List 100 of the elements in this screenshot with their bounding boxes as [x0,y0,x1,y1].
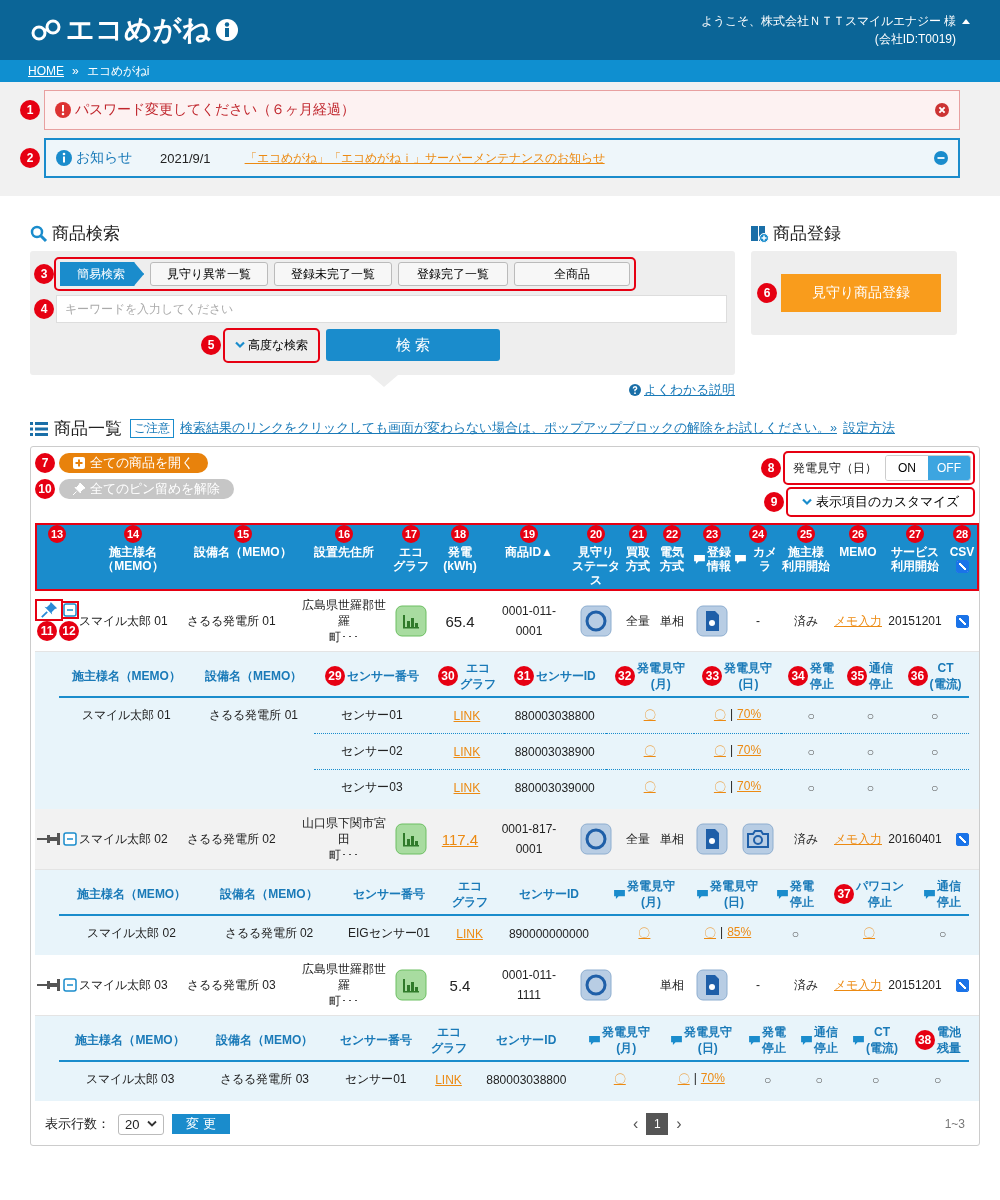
owner-start: 済み [794,977,818,992]
number-badge: 14 [124,525,142,543]
register-button[interactable]: 見守り商品登録 [781,274,941,312]
column-header: 発電見守 (日) [683,1024,732,1056]
column-header: 施主様名（MEMO） [71,668,181,684]
table-link[interactable]: LINK [435,1072,462,1087]
purchase-type: 全量 [626,831,650,846]
comment-icon [800,1035,812,1045]
comment-icon [613,889,625,899]
popup-notice-link[interactable]: 検索結果のリンクをクリックしても画面が変わらない場合は、ポップアップブロックの解除をお試しください。» [180,420,837,437]
keyword-field[interactable]: キーワードを入力してください [56,295,727,323]
number-badge: 21 [629,525,647,543]
bar-chart-icon[interactable] [395,969,427,1001]
ring-status-icon[interactable] [580,969,612,1001]
percent-link[interactable]: 70% [737,707,762,724]
csv-checkbox[interactable] [955,979,969,993]
service-start: 20151201 [888,614,942,628]
camera-icon[interactable] [742,823,774,855]
table-link[interactable]: LINK [453,780,481,795]
close-icon[interactable] [935,103,949,117]
result-range: 1~3 [944,1117,965,1131]
table-link[interactable]: LINK [453,708,481,723]
column-header: 発電 停止 [810,660,835,692]
breadcrumb-link[interactable]: HOME [28,64,64,78]
document-icon[interactable] [696,605,728,637]
memo-link[interactable]: メモ入力 [834,977,882,992]
column-header: 買取 方式 [626,545,650,573]
memo-link[interactable]: メモ入力 [834,613,882,628]
csv-checkbox[interactable] [955,615,969,629]
service-start: 20160401 [888,832,942,846]
table-cell: 880003038800 [514,708,595,723]
table-cell: スマイル太郎 01 [81,708,171,723]
document-icon[interactable] [696,969,728,1001]
customize-button[interactable]: 表示項目のカスタマイズ [788,489,973,515]
table-link[interactable]: 〇 [613,1072,626,1086]
ring-status-icon[interactable] [580,605,612,637]
table-link[interactable]: 〇 [643,744,656,758]
search-button[interactable]: 検 索 [326,329,500,361]
search-tab[interactable]: 簡易検索 [60,262,144,286]
separator-text: | [720,925,724,941]
status-mark: ○ [871,1072,880,1087]
breadcrumb-current: エコめがねi [86,62,150,80]
collapse-toggle-icon[interactable] [63,978,77,992]
open-all-button[interactable]: 全ての商品を開く [59,453,208,473]
csv-checkbox[interactable] [955,833,969,847]
number-badge: 11 [37,621,57,641]
help-link[interactable]: よくわかる説明 [644,381,735,399]
table-link[interactable]: LINK [453,744,481,759]
percent-link[interactable]: 70% [700,1071,725,1088]
select-all-checkbox[interactable] [955,560,969,574]
table-link[interactable]: 〇 [643,780,656,794]
column-header: CT (電流) [866,1024,898,1056]
table-link[interactable]: 〇 [713,707,726,724]
document-icon[interactable] [696,823,728,855]
table-link[interactable]: 〇 [704,925,717,942]
column-header: 施主様名（MEMO） [101,545,165,573]
table-cell: 880003038800 [486,1072,567,1087]
info-icon[interactable] [215,18,239,42]
search-tab[interactable]: 見守り異常一覧 [150,262,268,286]
table-link[interactable]: 〇 [863,926,876,940]
pin-icon[interactable] [37,830,61,848]
caret-icon[interactable] [962,18,970,24]
search-tab[interactable]: 登録完了一覧 [398,262,508,286]
collapse-toggle-icon[interactable] [63,832,77,846]
notice-link[interactable]: 「エコめがね」「エコめがねｉ」サーバーメンテナンスのお知らせ [244,149,605,167]
column-header: 設備名（MEMO） [220,886,318,902]
table-cell: センサー02 [341,744,403,758]
toggle-option[interactable]: OFF [928,456,970,480]
table-link[interactable]: LINK [456,926,483,941]
change-button[interactable]: 変 更 [172,1114,231,1134]
rows-select[interactable]: 20 [118,1113,165,1135]
electric-type: 単相 [660,613,684,628]
search-tab[interactable]: 全商品 [514,262,630,286]
number-badge: 34 [788,666,809,686]
number-badge: 16 [335,525,353,543]
collapse-icon[interactable] [934,151,948,165]
bar-chart-icon[interactable] [395,605,427,637]
page-number[interactable]: 1 [646,1113,669,1135]
number-badge: 38 [914,1030,935,1050]
product-id: 0001-011- 1111 [502,967,556,1004]
settings-link[interactable]: 設定方法 [842,420,895,437]
pin-icon[interactable] [37,601,61,619]
bar-chart-icon[interactable] [395,823,427,855]
ring-status-icon[interactable] [580,823,612,855]
number-badge: 35 [847,666,868,686]
table-link[interactable]: 〇 [713,743,726,760]
percent-link[interactable]: 85% [727,925,752,942]
percent-link[interactable]: 70% [737,743,762,760]
column-header: CT (電流) [929,660,962,692]
percent-link[interactable]: 70% [737,779,762,796]
table-link[interactable]: 〇 [677,1071,690,1088]
table-link[interactable]: 〇 [638,926,651,940]
previous-page-button[interactable]: ‹ [633,1115,639,1133]
table-link[interactable]: 〇 [643,708,656,722]
search-tab[interactable]: 登録未完了一覧 [274,262,392,286]
advanced-search-toggle[interactable]: 高度な検索 [225,329,318,361]
next-page-button[interactable]: › [676,1115,682,1133]
pin-icon[interactable] [37,976,61,994]
table-link[interactable]: 〇 [713,779,726,796]
collapse-toggle-icon[interactable] [63,603,77,617]
